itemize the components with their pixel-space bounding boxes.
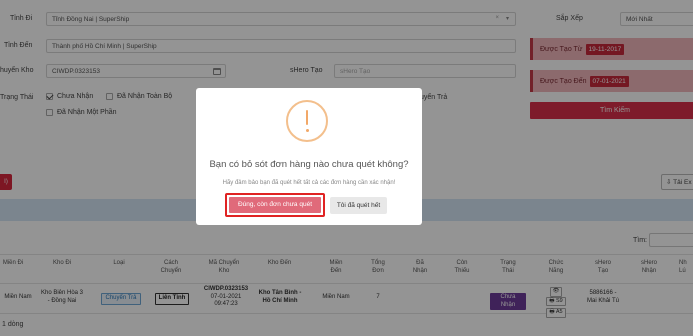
warning-icon bbox=[286, 100, 328, 142]
cancel-button[interactable]: Tôi đã quét hết bbox=[330, 197, 387, 214]
confirm-dialog: Bạn có bỏ sót đơn hàng nào chưa quét khô… bbox=[196, 88, 422, 225]
confirm-button-label[interactable]: Đúng, còn đơn chưa quét bbox=[229, 197, 321, 213]
dialog-title: Bạn có bỏ sót đơn hàng nào chưa quét khô… bbox=[209, 159, 409, 170]
dialog-text: Hãy đảm bảo bạn đã quét hết tất cả các đ… bbox=[222, 180, 396, 186]
confirm-button[interactable]: Đúng, còn đơn chưa quét bbox=[225, 193, 325, 217]
